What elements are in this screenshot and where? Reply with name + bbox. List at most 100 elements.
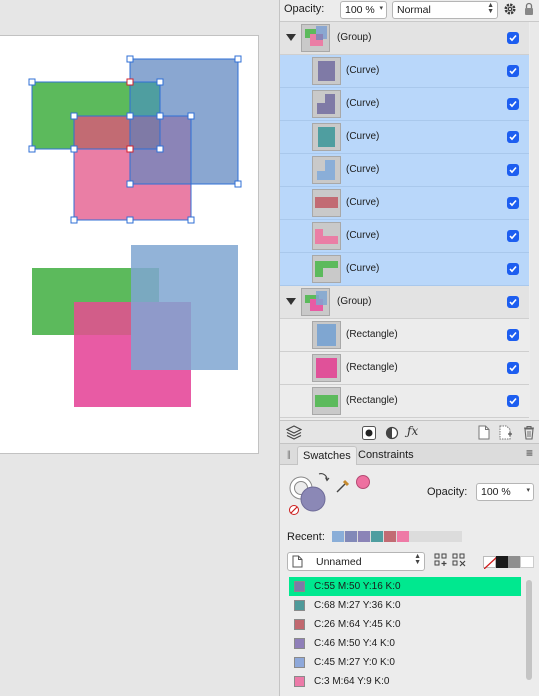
white-swatch[interactable] — [520, 556, 534, 568]
layers-panel[interactable]: (Group) (Curve) (Curve) (Curve) (Curve) … — [280, 22, 539, 420]
layer-row-curve-2[interactable]: (Curve) — [280, 88, 529, 121]
layer-row-curve-6[interactable]: (Curve) — [280, 220, 529, 253]
tab-constraints[interactable]: Constraints — [353, 446, 419, 465]
layer-row-rectangle-2[interactable]: (Rectangle) — [280, 352, 529, 385]
gray-swatch[interactable] — [508, 556, 520, 568]
recent-swatch[interactable] — [358, 531, 370, 542]
swatch-options-icon[interactable] — [452, 553, 466, 567]
swatch-list-scrollbar[interactable] — [526, 580, 532, 680]
document-icon — [292, 555, 303, 568]
layer-row-curve-7[interactable]: (Curve) — [280, 253, 529, 286]
swatch-row[interactable]: C:45 M:27 Y:0 K:0 — [289, 653, 521, 672]
swap-colors-icon[interactable] — [316, 471, 330, 485]
artboard[interactable] — [0, 35, 259, 454]
recent-swatch[interactable] — [371, 531, 383, 542]
new-pixel-layer-icon[interactable] — [499, 425, 513, 440]
layer-row-group-1[interactable]: (Group) — [280, 22, 529, 55]
right-panel: Opacity: 100 % ▾ Normal ▲ ▼ (Group) (Cur… — [279, 0, 539, 696]
curve-purple-overlap[interactable] — [130, 116, 160, 149]
trash-icon[interactable] — [523, 425, 535, 440]
visibility-checkbox[interactable] — [507, 230, 519, 242]
layers-scrollbar[interactable] — [530, 22, 539, 420]
opacity-field[interactable]: 100 % ▾ — [340, 1, 387, 19]
swatch-label: C:68 M:27 Y:36 K:0 — [314, 600, 401, 611]
mask-icon[interactable] — [362, 426, 376, 440]
swatch-opacity-value: 100 % — [481, 486, 511, 498]
curve-thumbnail — [312, 222, 341, 250]
layer-name: (Rectangle) — [346, 329, 398, 340]
recent-swatch[interactable] — [397, 531, 409, 542]
expand-triangle-icon[interactable] — [286, 298, 296, 305]
visibility-checkbox[interactable] — [507, 296, 519, 308]
add-swatch-grid-icon[interactable] — [434, 553, 448, 567]
blend-mode-select[interactable]: Normal ▲ ▼ — [392, 1, 498, 19]
swatch-opacity-chevron-icon[interactable]: ▾ — [526, 487, 530, 494]
palette-name: Unnamed — [316, 556, 362, 568]
swatch-row[interactable]: C:3 M:64 Y:9 K:0 — [289, 672, 521, 691]
black-swatch[interactable] — [496, 556, 508, 568]
visibility-checkbox[interactable] — [507, 32, 519, 44]
palette-bar: Unnamed ▲ ▼ — [280, 549, 539, 575]
layer-stack-icon[interactable] — [286, 425, 302, 440]
panel-menu-icon[interactable]: ≡ — [526, 446, 533, 460]
swatch-chip — [294, 600, 305, 611]
gear-icon[interactable] — [503, 2, 517, 16]
swatch-opacity-field[interactable]: 100 % ▾ — [476, 483, 534, 501]
visibility-checkbox[interactable] — [507, 362, 519, 374]
curve-thumbnail — [312, 255, 341, 283]
adjustment-icon[interactable] — [385, 426, 399, 440]
layer-row-group-2[interactable]: (Group) — [280, 286, 529, 319]
swatch-row[interactable]: C:68 M:27 Y:36 K:0 — [289, 596, 521, 615]
effects-fx-icon[interactable]: ƒx — [407, 424, 418, 438]
recent-swatch[interactable] — [332, 531, 344, 542]
eyedropper-color-swatch[interactable] — [355, 474, 371, 490]
visibility-checkbox[interactable] — [507, 395, 519, 407]
layer-row-curve-5[interactable]: (Curve) — [280, 187, 529, 220]
blend-mode-value: Normal — [397, 4, 431, 16]
rectangle-blue[interactable] — [131, 245, 238, 370]
blend-mode-stepper-icon[interactable]: ▲ ▼ — [487, 2, 494, 15]
new-layer-icon[interactable] — [478, 425, 490, 440]
swatch-row[interactable]: C:55 M:50 Y:16 K:0 — [289, 577, 521, 596]
layer-row-curve-3[interactable]: (Curve) — [280, 121, 529, 154]
swatch-label: C:55 M:50 Y:16 K:0 — [314, 581, 401, 592]
layers-toolbar: ƒx — [280, 420, 539, 444]
swatch-row[interactable]: C:26 M:64 Y:45 K:0 — [289, 615, 521, 634]
visibility-checkbox[interactable] — [507, 197, 519, 209]
visibility-checkbox[interactable] — [507, 65, 519, 77]
opacity-dropdown-chevron-icon[interactable]: ▾ — [379, 5, 383, 12]
layer-row-curve-1[interactable]: (Curve) — [280, 55, 529, 88]
panel-grip-icon[interactable]: || — [287, 449, 291, 459]
panel-tabs: || Swatches Constraints ≡ — [280, 444, 539, 465]
layer-row-rectangle-3[interactable]: (Rectangle) — [280, 385, 529, 418]
visibility-checkbox[interactable] — [507, 98, 519, 110]
curve-thumbnail — [312, 57, 341, 85]
visibility-checkbox[interactable] — [507, 329, 519, 341]
recent-swatch[interactable] — [384, 531, 396, 542]
expand-triangle-icon[interactable] — [286, 34, 296, 41]
tab-swatches[interactable]: Swatches — [297, 446, 357, 465]
swatch-row[interactable]: C:46 M:50 Y:4 K:0 — [289, 634, 521, 653]
artwork[interactable] — [0, 36, 258, 453]
rectangle-thumbnail — [312, 321, 341, 349]
palette-select[interactable]: Unnamed ▲ ▼ — [287, 552, 425, 571]
canvas-area[interactable] — [0, 0, 279, 696]
recent-swatch[interactable] — [345, 531, 357, 542]
visibility-checkbox[interactable] — [507, 164, 519, 176]
layer-name: (Curve) — [346, 164, 380, 175]
eyedropper-icon[interactable] — [335, 474, 355, 494]
swatch-list[interactable]: C:55 M:50 Y:16 K:0 C:68 M:27 Y:36 K:0 C:… — [280, 575, 539, 696]
no-color-swatch[interactable] — [483, 556, 497, 569]
fill-color-swatch[interactable] — [300, 486, 326, 512]
visibility-checkbox[interactable] — [507, 131, 519, 143]
curve-red[interactable] — [74, 116, 132, 149]
curve-teal[interactable] — [130, 82, 160, 116]
lock-icon[interactable] — [524, 2, 534, 16]
layer-name: (Curve) — [346, 197, 380, 208]
visibility-checkbox[interactable] — [507, 263, 519, 275]
layer-row-curve-4[interactable]: (Curve) — [280, 154, 529, 187]
swatch-chip — [294, 676, 305, 687]
rectangle-thumbnail — [312, 354, 341, 382]
palette-stepper-icon[interactable]: ▲ ▼ — [414, 553, 421, 566]
layer-row-rectangle-1[interactable]: (Rectangle) — [280, 319, 529, 352]
